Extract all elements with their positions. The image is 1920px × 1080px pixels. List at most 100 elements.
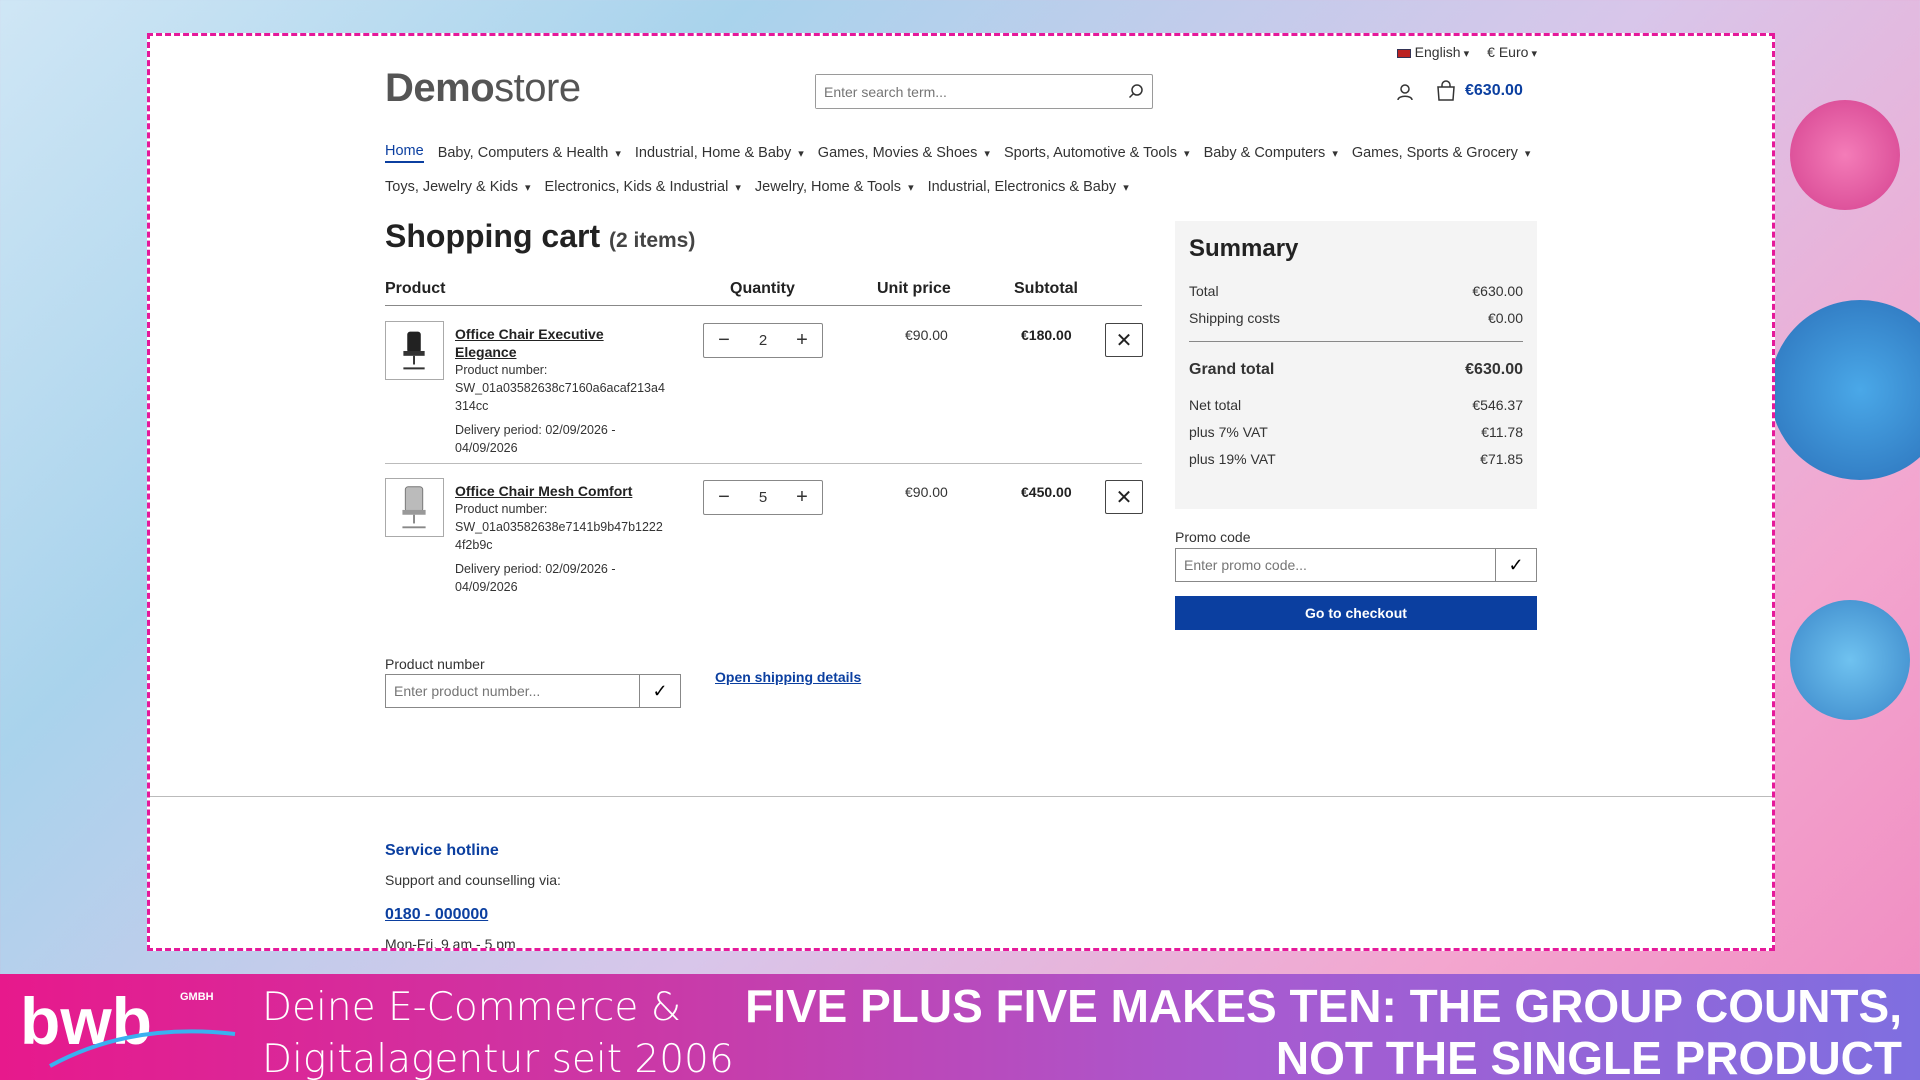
cart-total[interactable]: €630.00 [1465, 82, 1523, 100]
product-name-link[interactable]: Office Chair Mesh Comfort [455, 482, 665, 500]
headline-line: NOT THE SINGLE PRODUCT [1275, 1032, 1902, 1080]
nav-item[interactable]: Games, Movies & Shoes [818, 145, 990, 161]
opening-hours: Mon-Fri, 9 am - 5 pm [385, 936, 516, 951]
nav-item-home[interactable]: Home [385, 143, 424, 163]
summary-vat7-row: plus 7% VAT €11.78 [1189, 418, 1523, 445]
summary-label: plus 19% VAT [1189, 450, 1276, 467]
cart-item-count: (2 items) [609, 229, 696, 252]
line-subtotal: €450.00 [1021, 484, 1072, 500]
product-thumbnail[interactable] [385, 478, 444, 537]
checkmark-icon: ✓ [652, 680, 668, 701]
support-text: Support and counselling via: [385, 872, 561, 888]
column-product: Product [385, 280, 446, 297]
currency-selector[interactable]: € Euro [1487, 44, 1537, 60]
background-decoration [1790, 600, 1910, 720]
summary-value: €11.78 [1481, 423, 1523, 440]
logo-bold-text: Demo [385, 66, 495, 110]
quantity-value[interactable]: 2 [759, 332, 767, 349]
nav-item[interactable]: Games, Sports & Grocery [1352, 145, 1531, 161]
increase-quantity-button[interactable]: + [792, 329, 812, 352]
nav-item[interactable]: Toys, Jewelry & Kids [385, 179, 531, 195]
nav-item[interactable]: Industrial, Home & Baby [635, 145, 804, 161]
top-bar: English € Euro [1396, 44, 1537, 60]
quantity-value[interactable]: 5 [759, 489, 767, 506]
summary-net-row: Net total €546.37 [1189, 391, 1523, 418]
uk-flag-icon [1396, 48, 1411, 58]
tagline-line: Deine E-Commerce & [262, 985, 682, 1030]
column-quantity: Quantity [730, 280, 795, 297]
delivery-period: Delivery period: 02/09/2026 - 04/09/2026 [455, 423, 616, 455]
summary-shipping-row: Shipping costs €0.00 [1189, 304, 1523, 331]
language-selector[interactable]: English [1396, 44, 1470, 60]
add-product-submit-button[interactable]: ✓ [639, 675, 680, 707]
column-subtotal: Subtotal [1014, 280, 1078, 297]
cart-icon[interactable] [1435, 80, 1457, 102]
promo-code-input[interactable] [1176, 549, 1495, 581]
promo-banner: bwb GMBH Deine E-Commerce & Digitalagent… [0, 974, 1920, 1080]
search-bar [815, 74, 1153, 109]
promo-code-label: Promo code [1175, 529, 1251, 545]
summary-value: €546.37 [1472, 396, 1523, 413]
increase-quantity-button[interactable]: + [792, 486, 812, 509]
decrease-quantity-button[interactable]: − [714, 486, 734, 509]
nav-row-2: Toys, Jewelry & Kids Electronics, Kids &… [385, 170, 1545, 204]
page-title: Shopping cart (2 items) [385, 218, 695, 255]
promo-submit-button[interactable]: ✓ [1495, 549, 1536, 581]
tagline-line: Digitalagentur seit 2006 [262, 1037, 734, 1080]
footer-divider [150, 796, 1772, 797]
footer: Service hotline Support and counselling … [385, 842, 561, 951]
logo-light-text: store [494, 66, 581, 110]
product-thumbnail[interactable] [385, 321, 444, 380]
promo-code-form: ✓ [1175, 548, 1537, 582]
column-unit-price: Unit price [877, 280, 951, 297]
search-icon[interactable] [1128, 83, 1144, 99]
cart-line-item: Office Chair Mesh Comfort Product number… [385, 464, 1143, 604]
summary-title: Summary [1189, 235, 1299, 262]
store-logo[interactable]: Demostore [385, 66, 581, 111]
close-icon: ✕ [1115, 329, 1133, 352]
product-name-link[interactable]: Office Chair Executive Elegance [455, 325, 665, 361]
summary-value: €630.00 [1465, 360, 1523, 378]
search-input[interactable] [816, 75, 1106, 108]
language-label: English [1414, 44, 1461, 60]
summary-label: Total [1189, 282, 1219, 299]
background-decoration [1790, 100, 1900, 210]
product-number: SW_01a03582638c7160a6acaf213a4314cc [455, 381, 665, 413]
order-summary: Summary Total €630.00 Shipping costs €0.00… [1175, 221, 1537, 509]
product-info: Office Chair Executive Elegance Product … [455, 325, 665, 457]
office-chair-icon [402, 486, 426, 529]
nav-item[interactable]: Industrial, Electronics & Baby [928, 179, 1129, 195]
product-number-label: Product number: [455, 502, 548, 516]
account-icon[interactable] [1395, 82, 1415, 102]
nav-item[interactable]: Baby & Computers [1204, 145, 1338, 161]
summary-value: €71.85 [1480, 450, 1523, 467]
product-number-input[interactable] [386, 675, 639, 707]
bwb-logo: bwb GMBH [20, 984, 236, 1068]
banner-headline: FIVE PLUS FIVE MAKES TEN: THE GROUP COUN… [702, 980, 1902, 1080]
summary-label: Net total [1189, 396, 1242, 413]
browser-frame: English € Euro Demostore €630.00 Home Ba… [147, 33, 1775, 951]
quantity-stepper: − 5 + [703, 480, 823, 515]
nav-item[interactable]: Jewelry, Home & Tools [755, 179, 914, 195]
nav-item[interactable]: Baby, Computers & Health [438, 145, 621, 161]
go-to-checkout-button[interactable]: Go to checkout [1175, 596, 1537, 630]
service-hotline-heading: Service hotline [385, 842, 499, 859]
summary-label: Shipping costs [1189, 309, 1281, 326]
decrease-quantity-button[interactable]: − [714, 329, 734, 352]
open-shipping-details-link[interactable]: Open shipping details [715, 669, 861, 685]
summary-value: €630.00 [1472, 282, 1523, 299]
summary-value: €0.00 [1487, 309, 1523, 326]
delivery-period: Delivery period: 02/09/2026 - 04/09/2026 [455, 562, 616, 594]
cart-title: Shopping cart [385, 218, 601, 254]
product-number-form: ✓ [385, 674, 681, 708]
remove-item-button[interactable]: ✕ [1105, 480, 1143, 514]
unit-price: €90.00 [905, 484, 948, 500]
remove-item-button[interactable]: ✕ [1105, 323, 1143, 357]
close-icon: ✕ [1115, 486, 1133, 509]
nav-item[interactable]: Electronics, Kids & Industrial [545, 179, 741, 195]
line-subtotal: €180.00 [1021, 327, 1072, 343]
nav-item[interactable]: Sports, Automotive & Tools [1004, 145, 1190, 161]
agency-tagline: Deine E-Commerce & Digitalagentur seit 2… [262, 982, 734, 1080]
svg-text:GMBH: GMBH [180, 991, 214, 1003]
hotline-phone-link[interactable]: 0180 - 000000 [385, 906, 561, 924]
